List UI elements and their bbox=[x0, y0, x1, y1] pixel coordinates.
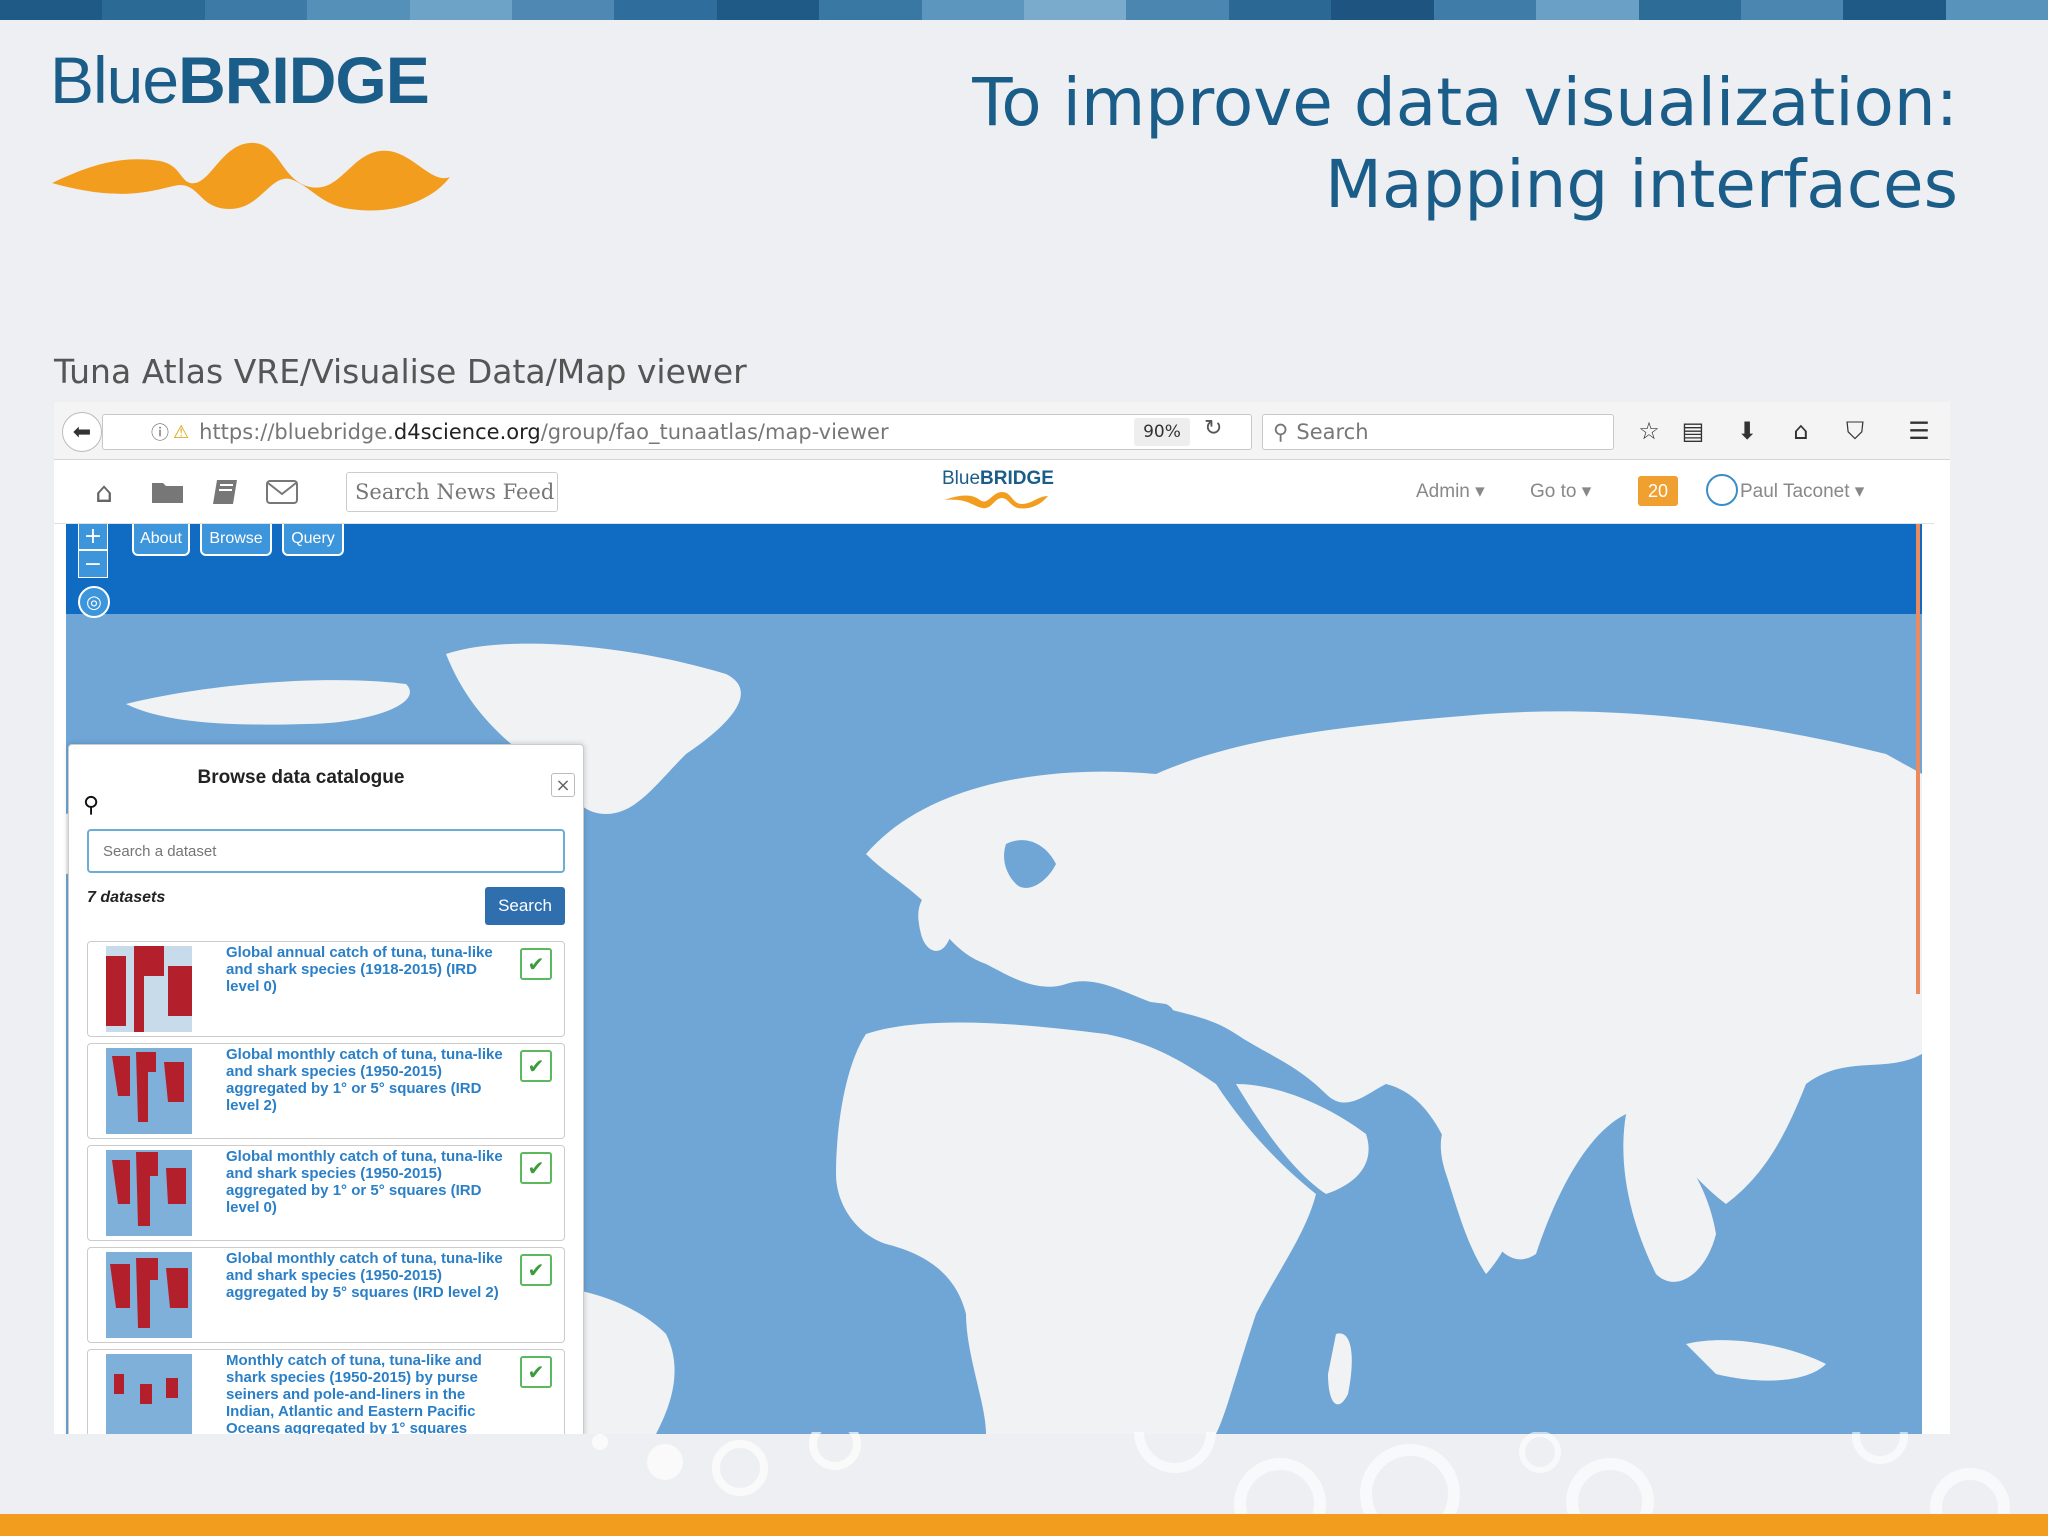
url-text[interactable]: https://bluebridge.d4science.org/group/f… bbox=[199, 420, 888, 444]
chevron-down-icon: ▾ bbox=[1475, 481, 1485, 502]
dataset-thumbnail bbox=[106, 1354, 192, 1434]
browse-button[interactable]: Browse bbox=[200, 524, 272, 556]
bluebridge-logo: BlueBRIDGE bbox=[50, 45, 460, 215]
map-header-band bbox=[66, 524, 1922, 614]
top-decorative-stripe bbox=[0, 0, 2048, 20]
slide-title-line2: Mapping interfaces bbox=[1325, 146, 1958, 223]
close-icon[interactable]: × bbox=[551, 773, 575, 797]
zoom-level[interactable]: 90% bbox=[1134, 418, 1190, 446]
slide-subtitle: Tuna Atlas VRE/Visualise Data/Map viewer bbox=[54, 352, 747, 391]
pocket-icon[interactable]: ⛉ bbox=[1838, 414, 1872, 448]
logo-wave-icon bbox=[52, 142, 450, 211]
dataset-thumbnail bbox=[106, 1150, 192, 1236]
download-icon[interactable]: ⬇ bbox=[1730, 414, 1764, 448]
catalogue-title: Browse data catalogue bbox=[197, 767, 405, 788]
query-button[interactable]: Query bbox=[282, 524, 344, 556]
slide-title: To improve data visualization: Mapping i… bbox=[972, 62, 1958, 226]
dataset-count: 7 datasets bbox=[87, 889, 166, 906]
slide-title-line1: To improve data visualization: bbox=[972, 64, 1958, 141]
check-icon[interactable]: ✔ bbox=[520, 1254, 552, 1286]
address-bar[interactable]: ⓘ ⚠ https://bluebridge.d4science.org/gro… bbox=[102, 414, 1252, 450]
portal-navbar: ⌂ Search News Feed BlueBRIDGE Admin ▾ Go… bbox=[54, 460, 1934, 524]
about-button[interactable]: About bbox=[132, 524, 190, 556]
madagascar bbox=[1328, 1333, 1352, 1405]
dataset-label[interactable]: Global annual catch of tuna, tuna-like a… bbox=[226, 944, 508, 995]
home-icon[interactable]: ⌂ bbox=[86, 474, 122, 510]
news-feed-search-input[interactable]: Search News Feed bbox=[346, 472, 558, 512]
check-icon[interactable]: ✔ bbox=[520, 948, 552, 980]
search-icon: ⚲ bbox=[1273, 420, 1289, 444]
zoom-in-button[interactable]: + bbox=[78, 524, 108, 550]
hamburger-menu-icon[interactable]: ☰ bbox=[1902, 414, 1936, 448]
reader-icon[interactable]: ▤ bbox=[1676, 414, 1710, 448]
mail-icon[interactable] bbox=[264, 474, 300, 510]
dataset-thumbnail bbox=[106, 1252, 192, 1338]
admin-menu[interactable]: Admin ▾ bbox=[1416, 480, 1485, 503]
chevron-down-icon: ▾ bbox=[1581, 481, 1592, 502]
lock-warning-icon[interactable]: ⚠ bbox=[173, 422, 189, 443]
check-icon[interactable]: ✔ bbox=[520, 1152, 552, 1184]
dataset-label[interactable]: Global monthly catch of tuna, tuna-like … bbox=[226, 1046, 508, 1114]
dataset-search-button[interactable]: Search bbox=[485, 887, 565, 925]
home-icon[interactable]: ⌂ bbox=[1784, 414, 1818, 448]
zoom-out-button[interactable]: − bbox=[78, 550, 108, 578]
bottom-decorative-bar bbox=[0, 1514, 2048, 1536]
folder-icon[interactable] bbox=[150, 474, 186, 510]
browse-data-catalogue-panel: Browse data catalogue ⚲ × 7 datasets Sea… bbox=[68, 744, 584, 1434]
dataset-thumbnail bbox=[106, 1048, 192, 1134]
portal-logo[interactable]: BlueBRIDGE bbox=[942, 468, 1054, 510]
notifications-badge[interactable]: 20 bbox=[1638, 476, 1678, 506]
chevron-down-icon: ▾ bbox=[1854, 481, 1865, 502]
avatar[interactable] bbox=[1706, 474, 1738, 506]
dataset-search-input[interactable] bbox=[87, 829, 565, 873]
check-icon[interactable]: ✔ bbox=[520, 1356, 552, 1388]
search-icon: ⚲ bbox=[83, 793, 100, 818]
list-item[interactable]: Monthly catch of tuna, tuna-like and sha… bbox=[87, 1349, 565, 1434]
scrollbar[interactable] bbox=[1916, 524, 1920, 994]
back-arrow-icon[interactable]: ⬅ bbox=[62, 412, 102, 452]
check-icon[interactable]: ✔ bbox=[520, 1050, 552, 1082]
dataset-label[interactable]: Global monthly catch of tuna, tuna-like … bbox=[226, 1250, 508, 1301]
info-icon[interactable]: ⓘ bbox=[151, 419, 169, 445]
book-icon[interactable] bbox=[208, 474, 244, 510]
arctic-islands bbox=[126, 680, 410, 725]
africa bbox=[836, 1022, 1316, 1434]
browser-search-input[interactable]: ⚲ Search bbox=[1262, 414, 1614, 450]
logo-wordmark: BlueBRIDGE bbox=[50, 43, 430, 117]
list-item[interactable]: Global monthly catch of tuna, tuna-like … bbox=[87, 1043, 565, 1139]
indonesia bbox=[1686, 1340, 1826, 1381]
bottom-decorative-circles bbox=[592, 1432, 2010, 1514]
map-viewer-screenshot: ⓘ ⚠ https://bluebridge.d4science.org/gro… bbox=[54, 402, 1950, 1434]
browser-toolbar: ⓘ ⚠ https://bluebridge.d4science.org/gro… bbox=[54, 402, 1950, 460]
reload-icon[interactable]: ↻ bbox=[1204, 416, 1222, 441]
list-item[interactable]: Global annual catch of tuna, tuna-like a… bbox=[87, 941, 565, 1037]
dataset-thumbnail bbox=[106, 946, 192, 1032]
list-item[interactable]: Global monthly catch of tuna, tuna-like … bbox=[87, 1145, 565, 1241]
star-icon[interactable]: ☆ bbox=[1632, 414, 1666, 448]
goto-menu[interactable]: Go to ▾ bbox=[1530, 480, 1591, 503]
user-menu[interactable]: Paul Taconet ▾ bbox=[1740, 480, 1864, 503]
dataset-label[interactable]: Monthly catch of tuna, tuna-like and sha… bbox=[226, 1352, 508, 1434]
list-item[interactable]: Global monthly catch of tuna, tuna-like … bbox=[87, 1247, 565, 1343]
logo-wave-icon bbox=[944, 492, 1048, 509]
dataset-label[interactable]: Global monthly catch of tuna, tuna-like … bbox=[226, 1148, 508, 1216]
